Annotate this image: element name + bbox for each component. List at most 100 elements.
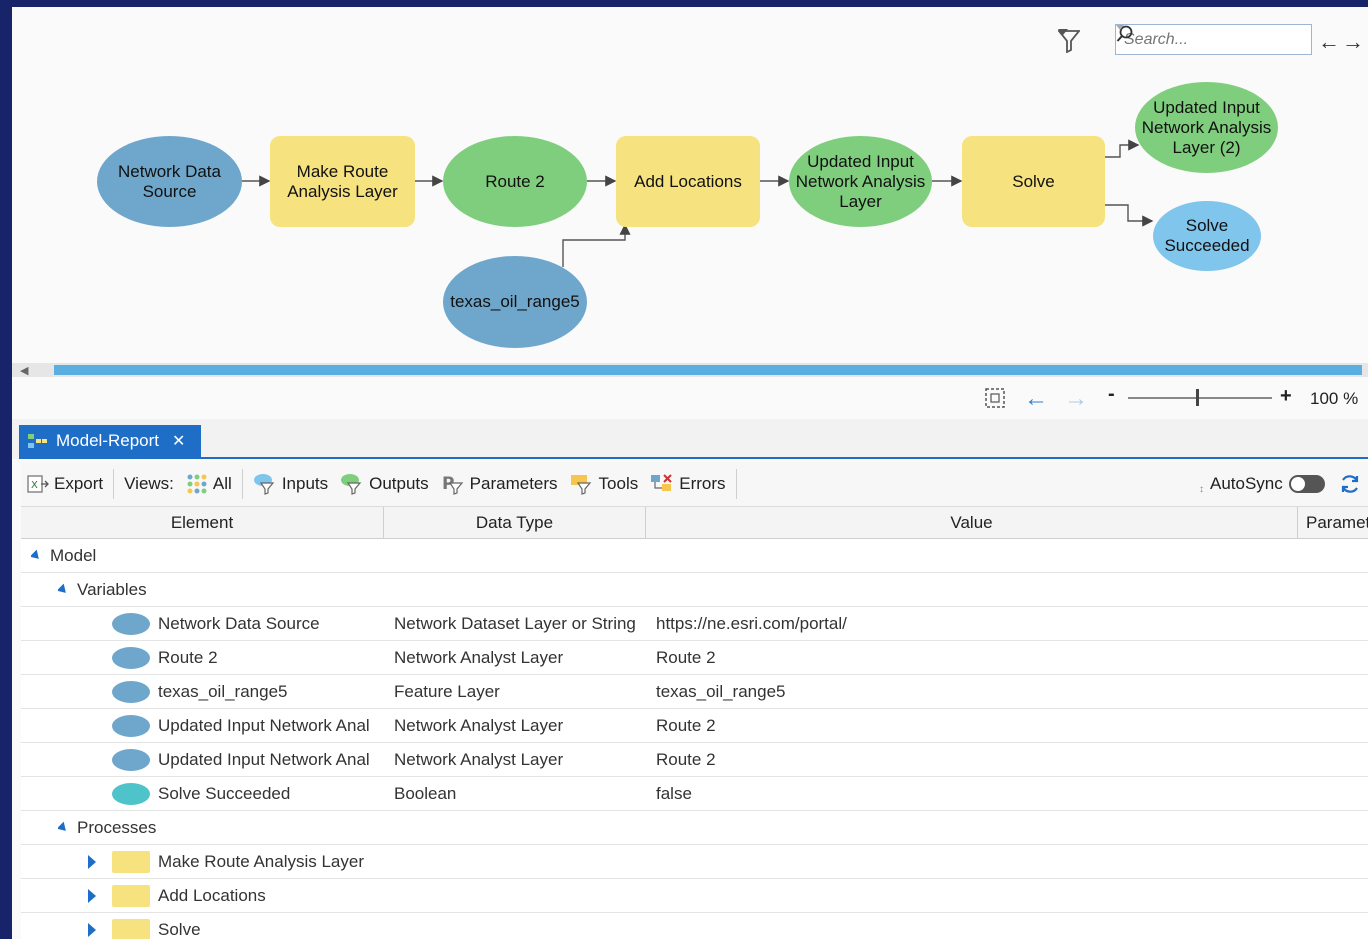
export-button[interactable]: X Export	[21, 462, 109, 506]
next-extent-icon[interactable]: →	[1064, 385, 1088, 413]
table-row[interactable]: Updated Input Network Anal Network Analy…	[21, 709, 1368, 743]
connector	[1105, 139, 1140, 158]
inputs-filter-icon	[253, 474, 275, 495]
view-all-button[interactable]: All	[180, 462, 238, 506]
node-label: Solve Succeeded	[1164, 216, 1250, 255]
view-tools-button[interactable]: Tools	[564, 462, 645, 506]
column-header-value[interactable]: Value	[646, 507, 1298, 538]
tree-label: Model	[50, 545, 97, 565]
arrow-right-icon[interactable]: →	[1342, 29, 1366, 54]
data-type-cell: Feature Layer	[394, 681, 500, 701]
zoom-slider-track[interactable]	[1128, 397, 1272, 399]
variable-icon	[112, 743, 150, 776]
variable-icon	[112, 675, 150, 708]
close-icon[interactable]: ✕	[172, 431, 185, 451]
search-nav-arrows[interactable]: ←→	[1318, 29, 1366, 55]
view-inputs-button[interactable]: Inputs	[247, 462, 334, 506]
refresh-icon[interactable]	[1339, 473, 1361, 495]
chevron-down-icon[interactable]	[1116, 25, 1124, 30]
table-row[interactable]: Make Route Analysis Layer	[21, 845, 1368, 879]
view-outputs-button[interactable]: Outputs	[334, 462, 435, 506]
outputs-filter-icon	[341, 474, 362, 495]
node-make-route-analysis-layer[interactable]: Make Route Analysis Layer	[270, 136, 415, 227]
expand-arrow-icon[interactable]	[88, 845, 96, 878]
tree-row-processes[interactable]: Processes	[21, 811, 1368, 845]
expand-arrow-icon[interactable]	[88, 913, 96, 939]
value-cell[interactable]: Route 2	[656, 743, 716, 776]
scroll-left-icon[interactable]: ◀	[20, 364, 28, 377]
table-row[interactable]: Route 2 Network Analyst Layer Route 2	[21, 641, 1368, 675]
variable-icon	[112, 641, 150, 674]
all-grid-icon	[187, 474, 207, 494]
column-header-data-type[interactable]: Data Type	[384, 507, 646, 538]
collapse-arrow-icon[interactable]	[58, 573, 68, 606]
tab-strip: Model-Report ✕	[12, 419, 1368, 459]
tree-label: Variables	[77, 579, 147, 599]
node-label: Add Locations	[634, 171, 742, 191]
node-label: texas_oil_range5	[450, 292, 580, 311]
tab-underline	[19, 457, 1368, 459]
previous-extent-icon[interactable]: ←	[1024, 385, 1048, 413]
data-type-cell: Network Analyst Layer	[394, 647, 564, 667]
view-parameters-button[interactable]: P Parameters	[435, 462, 564, 506]
element-cell: Add Locations	[158, 885, 266, 905]
value-cell[interactable]: https://ne.esri.com/portal/	[656, 607, 847, 640]
view-tools-label: Tools	[598, 474, 639, 493]
node-updated-input[interactable]: Updated Input Network Analysis Layer	[789, 136, 932, 227]
node-label: Solve	[1012, 171, 1055, 191]
variable-icon	[112, 607, 150, 640]
value-cell[interactable]: Route 2	[656, 641, 716, 674]
model-canvas[interactable]: Network Data Source Make Route Analysis …	[12, 7, 1368, 363]
table-row[interactable]: Solve Succeeded Boolean false	[21, 777, 1368, 811]
toolbar-divider	[113, 469, 115, 499]
autosync-group: ↕ AutoSync	[1199, 462, 1361, 506]
search-input[interactable]	[1122, 29, 1266, 50]
zoom-out-button[interactable]: -	[1108, 383, 1115, 406]
column-header-element[interactable]: Element	[21, 507, 384, 538]
autosync-toggle[interactable]	[1288, 475, 1325, 493]
views-label: Views:	[124, 474, 174, 493]
view-errors-button[interactable]: Errors	[644, 462, 731, 506]
table-row[interactable]: Add Locations	[21, 879, 1368, 913]
tools-filter-icon	[570, 475, 591, 495]
table-row[interactable]: texas_oil_range5 Feature Layer texas_oil…	[21, 675, 1368, 709]
node-network-data-source[interactable]: Network Data Source	[97, 136, 242, 227]
scrollbar-thumb[interactable]	[54, 365, 1362, 375]
node-route-2[interactable]: Route 2	[443, 136, 587, 227]
value-cell[interactable]: texas_oil_range5	[656, 675, 785, 708]
arrow-left-icon[interactable]: ←	[1318, 29, 1342, 54]
node-solve[interactable]: Solve	[962, 136, 1105, 227]
tree-row-variables[interactable]: Variables	[21, 573, 1368, 607]
zoom-bar: ← → - + 100 %	[12, 379, 1368, 420]
collapse-arrow-icon[interactable]	[58, 811, 68, 844]
node-add-locations[interactable]: Add Locations	[616, 136, 760, 227]
autosync-label: AutoSync	[1210, 474, 1283, 493]
node-solve-succeeded[interactable]: Solve Succeeded	[1153, 201, 1261, 271]
table-row[interactable]: Solve	[21, 913, 1368, 939]
tree-label: Processes	[77, 817, 157, 837]
table-row[interactable]: Network Data Source Network Dataset Laye…	[21, 607, 1368, 641]
zoom-in-button[interactable]: +	[1280, 385, 1292, 408]
search-box[interactable]	[1115, 24, 1312, 55]
node-label: Updated Input Network Analysis Layer	[795, 151, 926, 211]
table-row[interactable]: Updated Input Network Anal Network Analy…	[21, 743, 1368, 777]
tool-icon	[112, 879, 150, 912]
tree-row-model[interactable]: Model	[21, 539, 1368, 573]
value-cell[interactable]: false	[656, 777, 692, 810]
horizontal-scrollbar[interactable]: ◀	[12, 363, 1368, 377]
view-outputs-label: Outputs	[369, 474, 429, 493]
value-cell[interactable]: Route 2	[656, 709, 716, 742]
view-all-label: All	[212, 474, 232, 493]
filter-button[interactable]	[1058, 29, 1098, 55]
view-errors-label: Errors	[679, 474, 726, 493]
node-updated-input-2[interactable]: Updated Input Network Analysis Layer (2)	[1135, 82, 1278, 173]
view-parameters-label: Parameters	[469, 474, 558, 493]
collapse-arrow-icon[interactable]	[31, 539, 41, 572]
column-header-parameter[interactable]: Paramet	[1298, 507, 1368, 538]
fit-to-window-icon[interactable]	[984, 387, 1006, 409]
node-texas-oil-range5[interactable]: texas_oil_range5	[443, 256, 587, 348]
expand-arrow-icon[interactable]	[88, 879, 96, 912]
tab-model-report[interactable]: Model-Report ✕	[19, 425, 201, 457]
boolean-variable-icon	[112, 777, 150, 810]
zoom-slider-thumb[interactable]	[1196, 389, 1199, 406]
